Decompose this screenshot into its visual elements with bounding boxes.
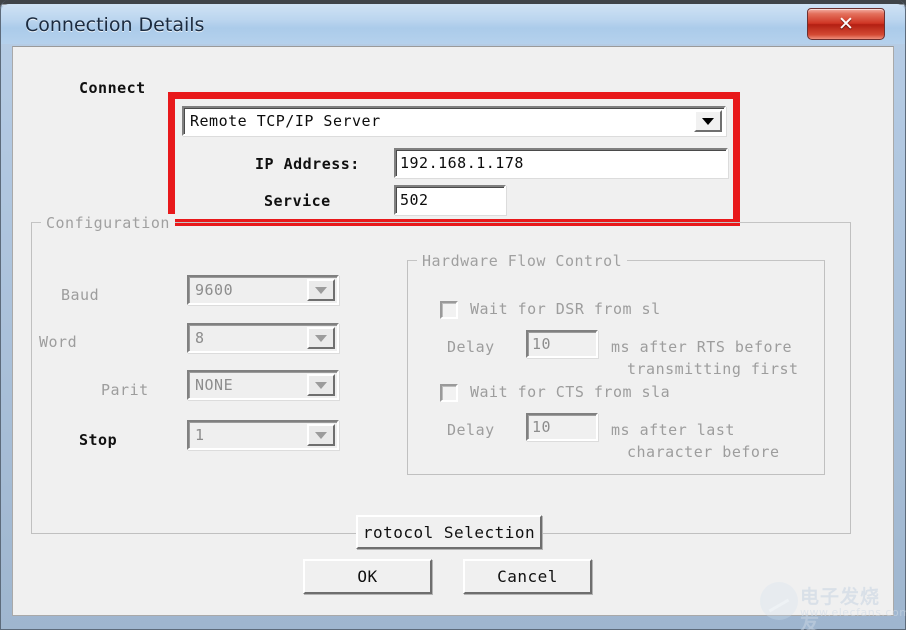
service-label: Service <box>264 192 331 210</box>
ip-address-value: 192.168.1.178 <box>400 154 524 172</box>
cts-delay-value: 10 <box>532 418 552 436</box>
baud-dropdown[interactable]: 9600 <box>187 275 339 305</box>
stop-label: Stop <box>79 431 118 449</box>
parity-value: NONE <box>195 376 234 394</box>
ip-address-input[interactable]: 192.168.1.178 <box>394 148 728 178</box>
cts-delay-suffix-line2: character before <box>627 443 780 461</box>
service-value: 502 <box>400 191 429 209</box>
cts-delay-label: Delay <box>447 421 495 439</box>
parity-label: Parit <box>101 381 149 399</box>
close-button[interactable]: ✕ <box>807 8 885 40</box>
dsr-delay-suffix-line1: ms after RTS before <box>611 338 793 356</box>
ip-address-label: IP Address: <box>255 155 360 173</box>
wait-dsr-label: Wait for DSR from sl <box>470 300 661 318</box>
wait-dsr-checkbox[interactable] <box>440 301 458 319</box>
title-bar: Connection Details ✕ <box>1 4 905 44</box>
chevron-down-icon[interactable] <box>307 279 335 301</box>
close-icon: ✕ <box>838 13 854 35</box>
flow-control-group-title: Hardware Flow Control <box>417 252 628 270</box>
connection-details-window: Connection Details ✕ Connect Remote TCP/… <box>0 0 906 630</box>
baud-value: 9600 <box>195 281 234 299</box>
cts-delay-suffix-line1: ms after last <box>611 421 735 439</box>
connection-type-dropdown[interactable]: Remote TCP/IP Server <box>182 106 726 136</box>
dsr-delay-label: Delay <box>447 338 495 356</box>
chevron-down-icon[interactable] <box>307 327 335 349</box>
service-input[interactable]: 502 <box>394 185 506 215</box>
word-label: Word <box>39 333 78 351</box>
stop-dropdown[interactable]: 1 <box>187 420 339 450</box>
word-value: 8 <box>195 329 205 347</box>
configuration-group-title: Configuration <box>41 214 175 232</box>
baud-label: Baud <box>61 286 100 304</box>
wait-cts-label: Wait for CTS from sla <box>470 383 671 401</box>
protocol-selection-button[interactable]: rotocol Selection <box>356 515 542 549</box>
chevron-down-icon[interactable] <box>307 374 335 396</box>
word-dropdown[interactable]: 8 <box>187 323 339 353</box>
parity-dropdown[interactable]: NONE <box>187 370 339 400</box>
dsr-delay-input[interactable]: 10 <box>526 330 598 358</box>
dsr-delay-value: 10 <box>532 335 552 353</box>
chevron-down-icon[interactable] <box>694 110 722 132</box>
page-title: Connection Details <box>25 14 205 36</box>
chevron-down-icon[interactable] <box>307 424 335 446</box>
stop-value: 1 <box>195 426 205 444</box>
connect-label: Connect <box>79 79 146 97</box>
dsr-delay-suffix-line2: transmitting first <box>627 360 799 378</box>
ok-button[interactable]: OK <box>303 559 432 594</box>
cancel-button[interactable]: Cancel <box>463 559 592 594</box>
dialog-client-area: Connect Remote TCP/IP Server IP Address:… <box>12 46 894 616</box>
connection-type-value: Remote TCP/IP Server <box>190 112 381 130</box>
cts-delay-input[interactable]: 10 <box>526 413 598 441</box>
wait-cts-checkbox[interactable] <box>440 384 458 402</box>
